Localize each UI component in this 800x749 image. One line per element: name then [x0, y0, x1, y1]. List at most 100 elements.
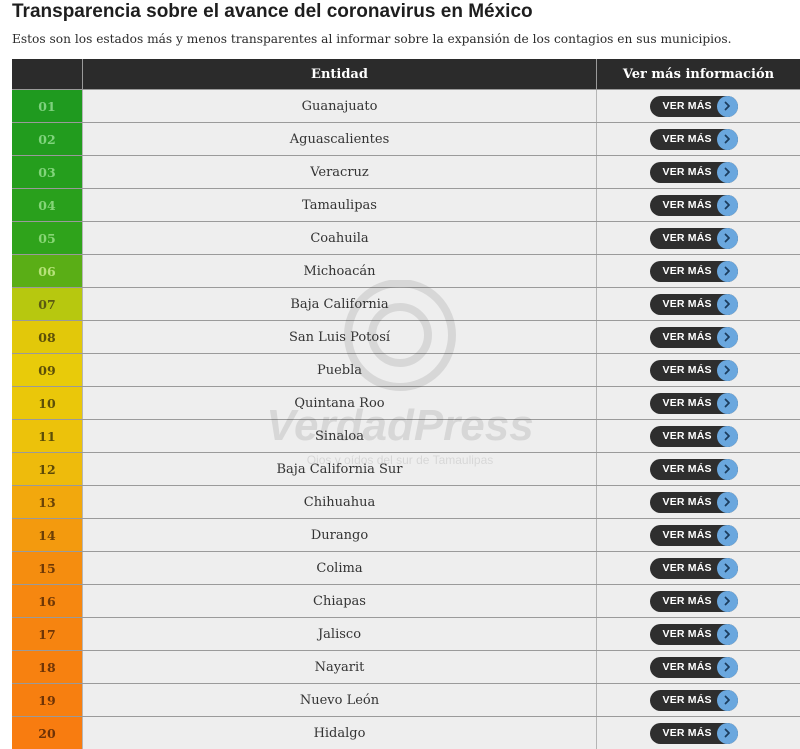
- more-info-cell: VER MÁS: [596, 519, 800, 551]
- ver-mas-button[interactable]: VER MÁS: [649, 689, 738, 711]
- rank-cell: 20: [12, 717, 82, 749]
- ver-mas-label: VER MÁS: [662, 364, 712, 376]
- table-row: 06 Michoacán VER MÁS: [12, 254, 800, 287]
- ver-mas-button[interactable]: VER MÁS: [649, 194, 738, 216]
- more-info-cell: VER MÁS: [596, 321, 800, 353]
- entity-cell: Puebla: [82, 354, 596, 386]
- ver-mas-button[interactable]: VER MÁS: [649, 95, 738, 117]
- table-row: 03 Veracruz VER MÁS: [12, 155, 800, 188]
- rank-cell: 04: [12, 189, 82, 221]
- table-row: 13 Chihuahua VER MÁS: [12, 485, 800, 518]
- rank-cell: 01: [12, 90, 82, 122]
- ver-mas-label: VER MÁS: [662, 529, 712, 541]
- rank-cell: 16: [12, 585, 82, 617]
- more-info-cell: VER MÁS: [596, 552, 800, 584]
- ver-mas-label: VER MÁS: [662, 430, 712, 442]
- more-info-cell: VER MÁS: [596, 717, 800, 749]
- ver-mas-button[interactable]: VER MÁS: [649, 260, 738, 282]
- entity-cell: Baja California Sur: [82, 453, 596, 485]
- ver-mas-button[interactable]: VER MÁS: [649, 161, 738, 183]
- chevron-right-icon: [716, 95, 738, 117]
- entity-cell: Quintana Roo: [82, 387, 596, 419]
- ver-mas-button[interactable]: VER MÁS: [649, 326, 738, 348]
- ver-mas-button[interactable]: VER MÁS: [649, 293, 738, 315]
- chevron-right-icon: [716, 359, 738, 381]
- chevron-right-icon: [716, 260, 738, 282]
- rank-cell: 19: [12, 684, 82, 716]
- ver-mas-label: VER MÁS: [662, 628, 712, 640]
- table-row: 12 Baja California Sur VER MÁS: [12, 452, 800, 485]
- chevron-right-icon: [716, 161, 738, 183]
- table-row: 08 San Luis Potosí VER MÁS: [12, 320, 800, 353]
- entity-cell: Baja California: [82, 288, 596, 320]
- rank-cell: 05: [12, 222, 82, 254]
- ver-mas-button[interactable]: VER MÁS: [649, 491, 738, 513]
- table-row: 20 Hidalgo VER MÁS: [12, 716, 800, 749]
- rank-cell: 14: [12, 519, 82, 551]
- page-subtitle: Estos son los estados más y menos transp…: [12, 32, 732, 46]
- ver-mas-button[interactable]: VER MÁS: [649, 128, 738, 150]
- ver-mas-label: VER MÁS: [662, 166, 712, 178]
- more-info-cell: VER MÁS: [596, 354, 800, 386]
- more-info-cell: VER MÁS: [596, 486, 800, 518]
- chevron-right-icon: [716, 227, 738, 249]
- ver-mas-button[interactable]: VER MÁS: [649, 656, 738, 678]
- table-row: 18 Nayarit VER MÁS: [12, 650, 800, 683]
- entity-cell: Nuevo León: [82, 684, 596, 716]
- rank-cell: 11: [12, 420, 82, 452]
- ver-mas-button[interactable]: VER MÁS: [649, 623, 738, 645]
- ver-mas-button[interactable]: VER MÁS: [649, 557, 738, 579]
- table-row: 07 Baja California VER MÁS: [12, 287, 800, 320]
- ver-mas-button[interactable]: VER MÁS: [649, 524, 738, 546]
- chevron-right-icon: [716, 491, 738, 513]
- ver-mas-button[interactable]: VER MÁS: [649, 359, 738, 381]
- more-info-cell: VER MÁS: [596, 420, 800, 452]
- table-row: 04 Tamaulipas VER MÁS: [12, 188, 800, 221]
- table-row: 15 Colima VER MÁS: [12, 551, 800, 584]
- entity-cell: Tamaulipas: [82, 189, 596, 221]
- entity-cell: Veracruz: [82, 156, 596, 188]
- ver-mas-label: VER MÁS: [662, 595, 712, 607]
- chevron-right-icon: [716, 392, 738, 414]
- ver-mas-button[interactable]: VER MÁS: [649, 458, 738, 480]
- rank-cell: 10: [12, 387, 82, 419]
- more-info-cell: VER MÁS: [596, 453, 800, 485]
- table-row: 09 Puebla VER MÁS: [12, 353, 800, 386]
- ver-mas-button[interactable]: VER MÁS: [649, 227, 738, 249]
- ver-mas-button[interactable]: VER MÁS: [649, 590, 738, 612]
- ver-mas-button[interactable]: VER MÁS: [649, 425, 738, 447]
- chevron-right-icon: [716, 590, 738, 612]
- ver-mas-label: VER MÁS: [662, 265, 712, 277]
- more-info-cell: VER MÁS: [596, 189, 800, 221]
- table-header: Entidad Ver más información: [12, 59, 800, 89]
- entity-cell: Sinaloa: [82, 420, 596, 452]
- more-info-cell: VER MÁS: [596, 156, 800, 188]
- ver-mas-label: VER MÁS: [662, 331, 712, 343]
- table-row: 10 Quintana Roo VER MÁS: [12, 386, 800, 419]
- chevron-right-icon: [716, 656, 738, 678]
- transparency-table: Entidad Ver más información 01 Guanajuato…: [12, 59, 800, 749]
- entity-cell: Jalisco: [82, 618, 596, 650]
- ver-mas-label: VER MÁS: [662, 694, 712, 706]
- entity-cell: Michoacán: [82, 255, 596, 287]
- chevron-right-icon: [716, 293, 738, 315]
- ver-mas-button[interactable]: VER MÁS: [649, 722, 738, 744]
- header-rank: [12, 59, 82, 89]
- ver-mas-label: VER MÁS: [662, 232, 712, 244]
- table-row: 19 Nuevo León VER MÁS: [12, 683, 800, 716]
- more-info-cell: VER MÁS: [596, 255, 800, 287]
- ver-mas-button[interactable]: VER MÁS: [649, 392, 738, 414]
- table-row: 11 Sinaloa VER MÁS: [12, 419, 800, 452]
- table-row: 01 Guanajuato VER MÁS: [12, 89, 800, 122]
- ver-mas-label: VER MÁS: [662, 298, 712, 310]
- table-row: 05 Coahuila VER MÁS: [12, 221, 800, 254]
- table-row: 14 Durango VER MÁS: [12, 518, 800, 551]
- ver-mas-label: VER MÁS: [662, 397, 712, 409]
- table-body: 01 Guanajuato VER MÁS 02 Aguascalientes VER M…: [12, 89, 800, 749]
- ver-mas-label: VER MÁS: [662, 562, 712, 574]
- more-info-cell: VER MÁS: [596, 222, 800, 254]
- rank-cell: 03: [12, 156, 82, 188]
- ver-mas-label: VER MÁS: [662, 199, 712, 211]
- ver-mas-label: VER MÁS: [662, 727, 712, 739]
- more-info-cell: VER MÁS: [596, 618, 800, 650]
